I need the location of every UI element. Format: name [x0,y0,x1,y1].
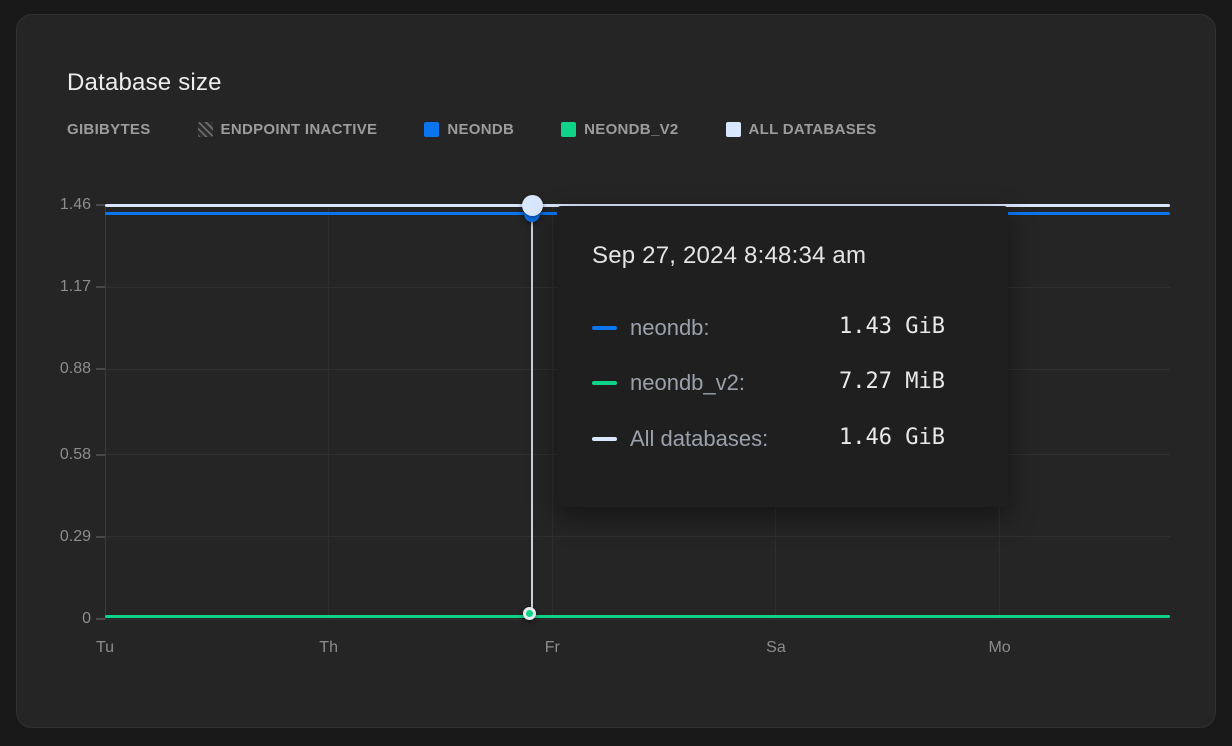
y-tick-mark [96,286,105,288]
legend-item-label: NEONDB [447,121,514,138]
x-axis-tick-label: Th [299,638,359,658]
tooltip-series-label: neondb: [630,315,710,341]
y-axis-line [105,205,106,619]
chart-tooltip: Sep 27, 2024 8:48:34 am neondb: 1.43 GiB… [557,206,1008,507]
tooltip-series-value: 1.46 GiB [839,425,945,450]
y-tick-mark [96,454,105,456]
legend-item-neondb-v2[interactable]: NEONDB_V2 [561,121,678,138]
x-axis-tick-label: Fr [522,638,582,658]
all-databases-swatch-icon [726,122,741,137]
unit-label: GIBIBYTES [67,121,151,138]
x-axis-tick-label: Sa [746,638,806,658]
y-tick-mark [96,204,105,206]
database-size-card: Database size GIBIBYTES ENDPOINT INACTIV… [16,14,1216,728]
tooltip-series-value: 1.43 GiB [839,314,945,339]
neondb-v2-dash-icon [592,381,617,385]
all-databases-dash-icon [592,437,617,441]
gridline-vertical [552,205,553,619]
y-axis-tick-label: 1.46 [27,195,91,215]
y-tick-mark [96,368,105,370]
y-axis-tick-label: 1.17 [27,277,91,297]
page: { "card": { "title": "Database size" }, … [0,0,1232,746]
crosshair-line [531,205,533,617]
gridline-horizontal [105,536,1170,537]
neondb-dash-icon [592,326,617,330]
x-axis-tick-label: Tu [75,638,135,658]
y-axis-tick-label: 0.88 [27,359,91,379]
card-title: Database size [67,69,222,97]
neondb-v2-swatch-icon [561,122,576,137]
legend-item-all-databases[interactable]: ALL DATABASES [726,121,877,138]
gridline-horizontal [105,619,1170,620]
legend-item-label: NEONDB_V2 [584,121,678,138]
marker-dot-neondb-v2 [523,607,536,620]
marker-dot-all-databases [522,195,543,216]
tooltip-row-all-databases: All databases: 1.46 GiB [557,425,1008,453]
y-axis-tick-label: 0 [27,609,91,629]
legend-item-endpoint-inactive[interactable]: ENDPOINT INACTIVE [198,121,378,138]
endpoint-inactive-hatch-icon [198,122,213,137]
y-axis-tick-label: 0.58 [27,445,91,465]
tooltip-series-label: All databases: [630,426,768,452]
legend-item-label: ENDPOINT INACTIVE [221,121,378,138]
tooltip-series-label: neondb_v2: [630,370,745,396]
tooltip-row-neondb-v2: neondb_v2: 7.27 MiB [557,369,1008,397]
gridline-vertical [328,205,329,619]
y-tick-mark [96,536,105,538]
neondb-swatch-icon [424,122,439,137]
x-axis-tick-label: Mo [970,638,1030,658]
chart-legend: GIBIBYTES ENDPOINT INACTIVE NEONDB NEOND… [67,120,877,138]
legend-item-neondb[interactable]: NEONDB [424,121,514,138]
tooltip-row-neondb: neondb: 1.43 GiB [557,314,1008,342]
y-axis-tick-label: 0.29 [27,527,91,547]
tooltip-series-value: 7.27 MiB [839,369,945,394]
y-tick-mark [96,618,105,620]
tooltip-timestamp: Sep 27, 2024 8:48:34 am [592,242,866,270]
legend-item-label: ALL DATABASES [749,121,877,138]
